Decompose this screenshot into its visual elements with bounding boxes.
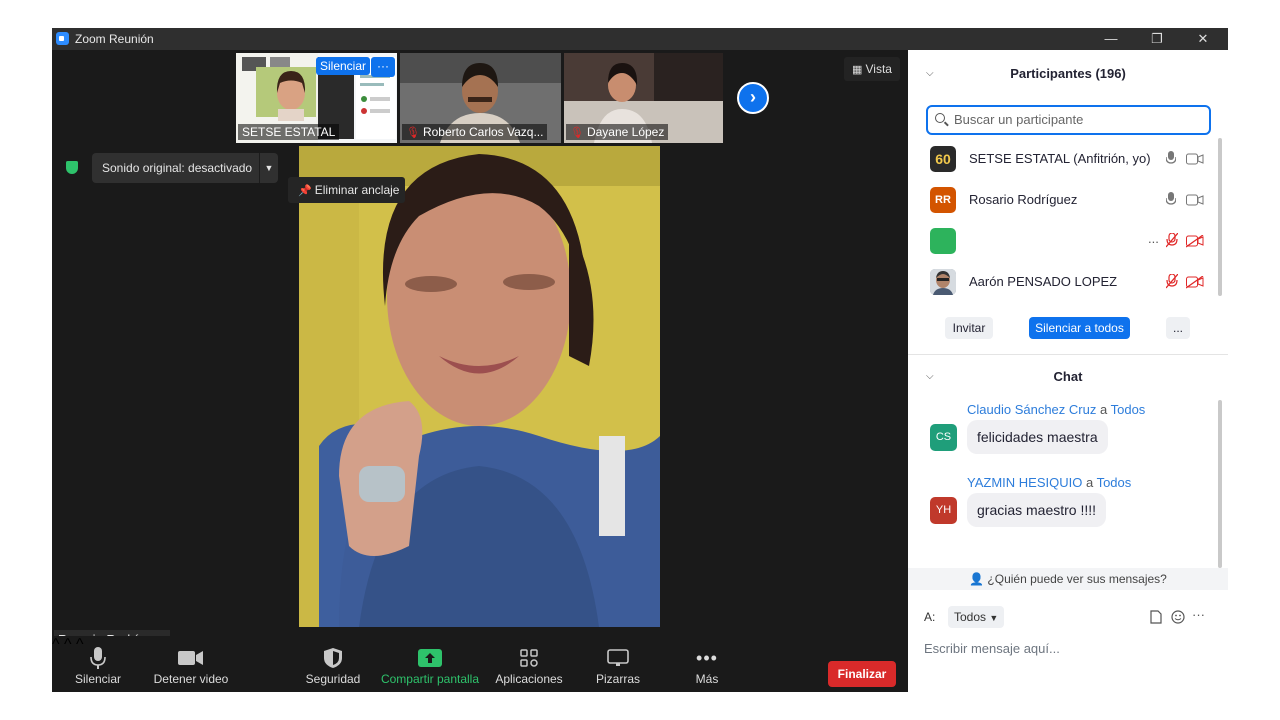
video-thumbnail-roberto[interactable]: 🎙 Roberto Carlos Vazq... [400, 53, 561, 143]
more-button[interactable]: ••• Más [682, 636, 732, 692]
microphone-icon [90, 647, 106, 669]
participant-name: Rosario Rodríguez [969, 192, 1078, 207]
shield-icon [324, 648, 342, 668]
end-meeting-button[interactable]: Finalizar [828, 661, 896, 687]
who-can-see-messages[interactable]: 👤 ¿Quién puede ver sus mensajes? [908, 568, 1228, 590]
chevron-down-icon[interactable]: ▼ [259, 153, 278, 183]
muted-mic-icon [1166, 233, 1178, 248]
thumbnail-name: SETSE ESTATAL [238, 124, 340, 140]
participants-title: Participantes (196) [1010, 66, 1126, 81]
emoji-icon[interactable] [1171, 610, 1185, 624]
participant-row[interactable]: 60 SETSE ESTATAL (Anfitrión, yo) [930, 143, 1210, 179]
video-thumbnail-dayane[interactable]: 🎙 Dayane López [564, 53, 723, 143]
chat-recipient-row: A: Todos ▼ ··· [924, 605, 1214, 629]
participant-row[interactable]: Aarón PENSADO LOPEZ [930, 266, 1210, 302]
video-camera-icon [1186, 194, 1204, 206]
video-stage: Silenciar ··· SETSE ESTATAL 🎙 Roberto Car… [52, 50, 908, 692]
grid-icon: ▦ [852, 64, 866, 76]
pin-icon: 📌 [298, 185, 315, 197]
avatar [930, 228, 956, 254]
minimize-button[interactable]: — [1096, 30, 1126, 48]
avatar-photo [930, 269, 956, 295]
invite-button[interactable]: Invitar [945, 317, 993, 339]
panel-divider [908, 354, 1228, 355]
meeting-toolbar: Silenciar ^ Detener video ^ Seguridad Co… [52, 636, 908, 692]
avatar: RR [930, 187, 956, 213]
view-button[interactable]: ▦ Vista [844, 57, 900, 81]
participants-scrollbar[interactable] [1218, 138, 1222, 296]
recipient-dropdown[interactable]: Todos ▼ [948, 606, 1005, 628]
participant-row[interactable]: RR Rosario Rodríguez [930, 184, 1210, 220]
video-off-icon [1186, 235, 1204, 248]
title-bar: Zoom Reunión — ❐ ✕ [52, 28, 1228, 50]
participants-more-button[interactable]: ... [1166, 317, 1190, 339]
participant-row[interactable]: ... [930, 225, 1210, 261]
muted-mic-icon: 🎙 [406, 127, 420, 139]
file-icon[interactable] [1150, 610, 1162, 624]
chat-title: Chat [1053, 369, 1083, 384]
mute-button[interactable]: Silenciar [70, 636, 126, 692]
more-dots-icon: ••• [696, 647, 718, 668]
to-label: A: [924, 610, 936, 624]
avatar: 60 [930, 146, 956, 172]
zoom-logo-icon [56, 32, 69, 45]
video-camera-icon [178, 651, 203, 665]
muted-mic-icon: 🎙 [570, 127, 584, 139]
mute-all-button[interactable]: Silenciar a todos [1029, 317, 1130, 339]
search-icon [935, 113, 945, 123]
unpin-button[interactable]: 📌 Eliminar anclaje [288, 177, 406, 203]
zoom-window: Zoom Reunión — ❐ ✕ Silenciar ··· SETSE E… [52, 28, 1228, 692]
audio-options-caret[interactable]: ^ [52, 636, 60, 653]
apps-button[interactable]: Aplicaciones [492, 636, 566, 692]
video-camera-icon [1186, 153, 1204, 165]
participant-name: SETSE ESTATAL (Anfitrión, yo) [969, 151, 1151, 166]
speaker-video-frame [299, 146, 660, 627]
message-bubble: felicidades maestra [967, 420, 1108, 454]
message-sender: YAZMIN HESIQUIO a Todos [967, 475, 1132, 490]
microphone-icon [1166, 192, 1176, 205]
chat-message-input[interactable]: Escribir mensaje aquí... [924, 641, 1060, 656]
next-page-button[interactable]: › [737, 82, 769, 114]
video-off-icon [1186, 276, 1204, 289]
chat-more-icon[interactable]: ··· [1192, 607, 1205, 622]
share-screen-icon [418, 649, 442, 667]
thumbnail-mute-button[interactable]: Silenciar [316, 57, 371, 75]
message-sender: Claudio Sánchez Cruz a Todos [967, 402, 1146, 417]
avatar: CS [930, 424, 957, 451]
apps-icon [520, 649, 538, 667]
chevron-down-icon: ▼ [989, 613, 999, 623]
shield-icon [66, 161, 78, 174]
video-thumbnail-setse[interactable]: Silenciar ··· SETSE ESTATAL [236, 53, 397, 143]
search-placeholder: Buscar un participante [954, 112, 1084, 127]
chat-scrollbar[interactable] [1218, 400, 1222, 568]
thumbnail-name: 🎙 Dayane López [566, 124, 669, 140]
microphone-icon [1166, 151, 1176, 164]
restore-button[interactable]: ❐ [1142, 30, 1172, 48]
more-dots-icon[interactable]: ... [1148, 231, 1159, 246]
participant-search-input[interactable]: Buscar un participante [926, 105, 1211, 135]
avatar [930, 269, 956, 295]
thumbnail-name: 🎙 Roberto Carlos Vazq... [402, 124, 548, 140]
thumbnail-more-button[interactable]: ··· [371, 57, 395, 77]
original-sound-label: Sonido original: desactivado [102, 161, 253, 175]
whiteboards-button[interactable]: Pizarras [588, 636, 648, 692]
share-screen-button[interactable]: Compartir pantalla [380, 636, 480, 692]
close-button[interactable]: ✕ [1188, 30, 1218, 48]
whiteboard-icon [607, 649, 629, 666]
participant-name: Aarón PENSADO LOPEZ [969, 274, 1118, 289]
stop-video-button[interactable]: Detener video [152, 636, 230, 692]
message-bubble: gracias maestro !!!! [967, 493, 1107, 527]
side-panel: ⌵ Participantes (196) Buscar un particip… [908, 50, 1228, 692]
original-sound-button[interactable]: Sonido original: desactivado ▼ [92, 153, 278, 183]
security-button[interactable]: Seguridad [302, 636, 364, 692]
person-icon: 👤 [969, 572, 988, 586]
muted-mic-icon [1166, 274, 1178, 289]
active-speaker-video [299, 146, 660, 627]
avatar: YH [930, 497, 957, 524]
window-title: Zoom Reunión [75, 32, 154, 46]
